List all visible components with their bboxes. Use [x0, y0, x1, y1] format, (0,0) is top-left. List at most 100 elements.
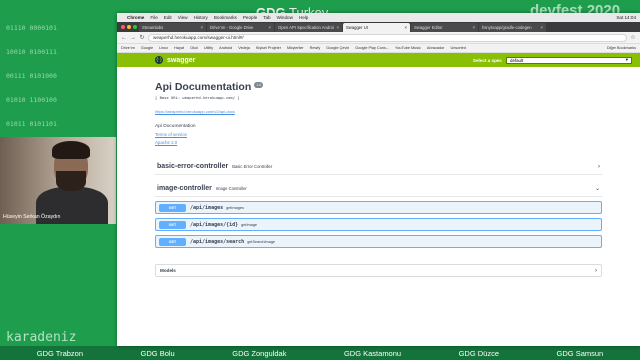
- tab-strip: Streamlabs × Drive'ım - Google Drive × Ope…: [117, 22, 640, 32]
- chapter-label: GDG Bolu: [140, 348, 175, 358]
- bookmarks-bar: Drive'ım Google Linux Hayat Okul Utility…: [117, 44, 640, 53]
- basic-error-controller-section[interactable]: basic-error-controller Basic Error Contr…: [155, 159, 602, 175]
- window-controls: [121, 25, 137, 29]
- bookmark-item[interactable]: Müşteriler: [287, 46, 304, 50]
- bookmark-item[interactable]: Abracador: [427, 46, 445, 50]
- chapter-label: GDG Samsun: [556, 348, 604, 358]
- bookmark-item[interactable]: YouTube Music: [395, 46, 421, 50]
- tab-openapi-spec[interactable]: Open API Specification Androi ×: [275, 23, 342, 32]
- bookmark-item[interactable]: Rewfy: [310, 46, 321, 50]
- method-badge: GET: [159, 237, 186, 246]
- base-url: [ Base URL: weaperhd.herokuapp.com/ ]: [155, 95, 240, 100]
- browser-toolbar: ← → ↻ weaperhd.herokuapp.com/swagger-ui.…: [117, 32, 640, 44]
- swagger-logo[interactable]: {·} swagger: [155, 56, 195, 64]
- chapter-label: GDG Kastamonu: [343, 348, 402, 358]
- operation-summary: getImage: [241, 222, 258, 227]
- menu-tab[interactable]: Tab: [263, 15, 270, 20]
- back-icon[interactable]: ←: [121, 35, 127, 41]
- address-bar[interactable]: weaperhd.herokuapp.com/swagger-ui.html#/: [148, 33, 627, 42]
- tab-google-drive[interactable]: Drive'ım - Google Drive ×: [207, 23, 274, 32]
- close-window-button[interactable]: [121, 25, 125, 29]
- chevron-right-icon: ›: [598, 163, 600, 170]
- bookmark-star-icon[interactable]: ☆: [630, 34, 636, 41]
- minimize-window-button[interactable]: [127, 25, 131, 29]
- spec-value: default: [510, 57, 524, 63]
- spec-selector: Select a spec default ▾: [472, 56, 632, 64]
- operation-path: /api/images: [190, 204, 224, 211]
- bookmark-item[interactable]: Okul: [190, 46, 198, 50]
- bookmark-item[interactable]: Unsorted: [450, 46, 465, 50]
- operation-get-image-by-id[interactable]: GET /api/images/{id} getImage: [155, 218, 602, 231]
- speaker-name: Hüseyin Serkan Özaydın: [3, 214, 61, 220]
- other-bookmarks[interactable]: Diğer Bookmarks: [607, 46, 636, 50]
- mac-menubar: Chrome File Edit View History Bookmarks …: [117, 13, 640, 22]
- bookmark-item[interactable]: Android: [219, 46, 232, 50]
- menu-file[interactable]: File: [150, 15, 157, 20]
- method-badge: GET: [159, 220, 186, 229]
- close-tab-icon[interactable]: ×: [199, 25, 203, 30]
- tab-swagger-editor[interactable]: Swagger Editor ×: [411, 23, 478, 32]
- method-badge: GET: [159, 203, 186, 212]
- close-tab-icon[interactable]: ×: [539, 25, 543, 30]
- swagger-logo-icon: {·}: [155, 56, 163, 64]
- binary-decoration: 01110 0000101 10010 0100111 00111 010100…: [6, 24, 57, 128]
- api-docs-link[interactable]: https://weaperhd.herokuapp.com/v2/api-do…: [155, 109, 235, 114]
- chapters-bar: GDG Trabzon GDG Bolu GDG Zonguldak GDG K…: [0, 346, 640, 360]
- bookmark-item[interactable]: Google: [141, 46, 153, 50]
- chapter-label: GDG Trabzon: [36, 348, 84, 358]
- forward-icon[interactable]: →: [130, 35, 136, 41]
- close-tab-icon[interactable]: ×: [403, 25, 407, 30]
- tab-streamlabs[interactable]: Streamlabs ×: [139, 23, 206, 32]
- close-tab-icon[interactable]: ×: [267, 25, 271, 30]
- bookmark-item[interactable]: Linux: [159, 46, 168, 50]
- license-link[interactable]: Apache 2.0: [155, 140, 602, 145]
- chevron-right-icon: ›: [595, 267, 597, 274]
- bookmark-item[interactable]: Utility: [204, 46, 213, 50]
- operation-path: /api/images/{id}: [190, 221, 239, 228]
- operation-path: /api/images/search: [190, 238, 245, 245]
- api-title-row: Api Documentation 1.0: [155, 81, 602, 93]
- bookmark-item[interactable]: Hayat: [174, 46, 184, 50]
- version-badge: 1.0: [254, 82, 264, 88]
- bookmark-item[interactable]: Vedeja: [238, 46, 250, 50]
- region-text: karadeniz: [6, 330, 77, 345]
- chapter-label: GDG Düzce: [458, 348, 500, 358]
- menu-bookmarks[interactable]: Bookmarks: [214, 15, 237, 20]
- spec-label: Select a spec: [472, 57, 502, 63]
- browser-window: Chrome File Edit View History Bookmarks …: [117, 13, 640, 346]
- swagger-topbar: {·} swagger Select a spec default ▾: [117, 53, 640, 67]
- menu-help[interactable]: Help: [299, 15, 308, 20]
- menu-people[interactable]: People: [243, 15, 257, 20]
- bookmark-item[interactable]: Google Çeviri: [326, 46, 349, 50]
- tab-swagger-ui[interactable]: Swagger UI ×: [343, 23, 410, 32]
- tab-gradle-codegen[interactable]: hsnytoapp/gradle-codegen ×: [479, 23, 546, 32]
- menu-window[interactable]: Window: [277, 15, 293, 20]
- models-section[interactable]: Models ›: [155, 264, 602, 277]
- image-controller-section[interactable]: image-controller Image Controller ⌄: [155, 181, 602, 197]
- menu-view[interactable]: View: [178, 15, 188, 20]
- terms-of-service-link[interactable]: Terms of service: [155, 132, 602, 137]
- controller-description: Image Controller: [215, 186, 247, 191]
- close-tab-icon[interactable]: ×: [471, 25, 475, 30]
- operation-search-images[interactable]: GET /api/images/search getSearchImage: [155, 235, 602, 248]
- api-description: Api Documentation: [155, 124, 196, 129]
- bookmark-item[interactable]: Drive'ım: [121, 46, 135, 50]
- close-tab-icon[interactable]: ×: [335, 25, 339, 30]
- bookmark-item[interactable]: Kişisel Projeler: [256, 46, 281, 50]
- reload-icon[interactable]: ↻: [139, 34, 145, 41]
- spec-dropdown[interactable]: default ▾: [506, 56, 632, 64]
- chevron-down-icon: ⌄: [594, 186, 600, 192]
- menu-chrome[interactable]: Chrome: [127, 15, 144, 20]
- menu-history[interactable]: History: [194, 15, 208, 20]
- chapter-label: GDG Zonguldak: [232, 348, 287, 358]
- chevron-down-icon: ▾: [625, 57, 628, 62]
- swagger-body: Api Documentation 1.0 [ Base URL: weaper…: [117, 81, 640, 277]
- operation-get-images[interactable]: GET /api/images getImages: [155, 201, 602, 214]
- operation-summary: getImages: [226, 205, 244, 210]
- menu-edit[interactable]: Edit: [164, 15, 172, 20]
- operation-summary: getSearchImage: [247, 239, 276, 244]
- zoom-window-button[interactable]: [133, 25, 137, 29]
- controller-name: basic-error-controller: [157, 163, 229, 170]
- controller-description: Basic Error Controller: [232, 164, 273, 169]
- bookmark-item[interactable]: Google Play Cons...: [355, 46, 389, 50]
